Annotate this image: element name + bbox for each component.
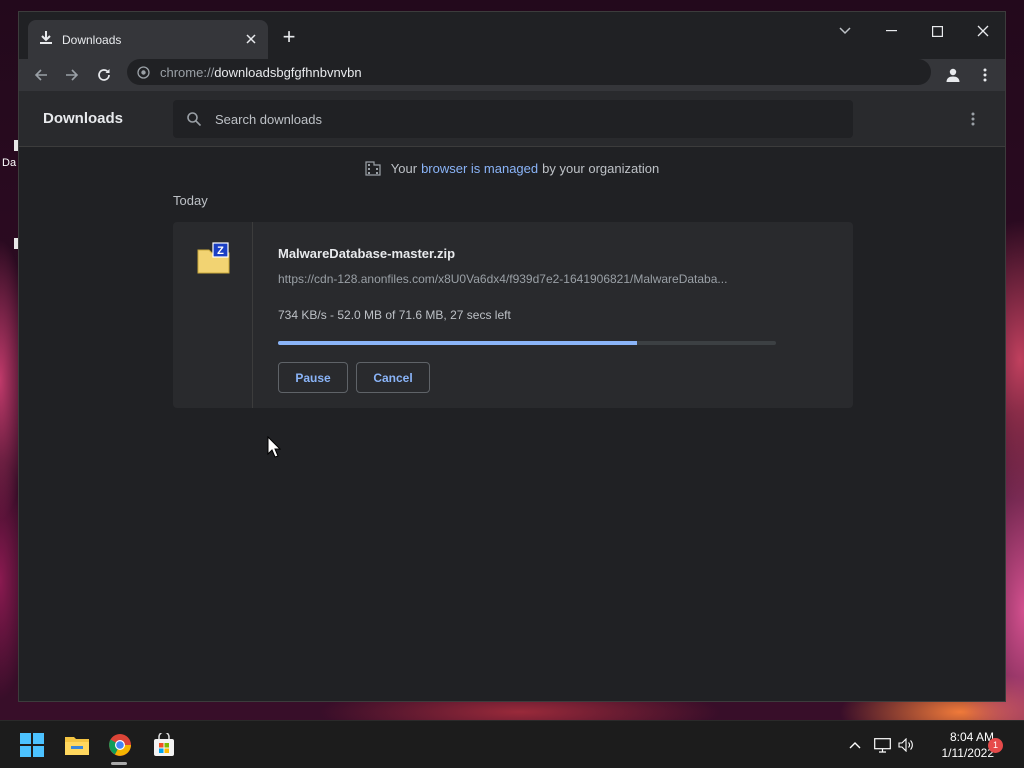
more-vert-icon [971,112,975,126]
search-icon [187,112,201,126]
show-hidden-icons-button[interactable] [845,735,865,755]
minimize-button[interactable] [871,16,911,46]
maximize-icon [931,25,943,37]
download-item: Z MalwareDatabase-master.zip https://cdn… [173,222,853,408]
address-scheme: chrome:// [160,64,215,80]
arrow-right-icon [66,69,79,81]
back-button[interactable] [29,63,53,87]
reload-button[interactable] [92,63,116,87]
new-tab-button[interactable]: + [275,24,303,52]
file-url[interactable]: https://cdn-128.anonfiles.com/x8U0Va6dx4… [278,272,774,286]
network-icon[interactable] [872,735,892,755]
profile-button[interactable] [941,63,965,87]
taskbar: 8:04 AM 1/11/2022 1 [0,720,1024,768]
volume-icon[interactable] [896,735,916,755]
downloads-menu-button[interactable] [965,109,981,129]
download-status: 734 KB/s - 52.0 MB of 71.6 MB, 27 secs l… [278,308,511,322]
forward-button[interactable] [60,63,84,87]
maximize-button[interactable] [917,16,957,46]
cancel-button[interactable]: Cancel [356,362,430,393]
close-icon [977,25,989,37]
pause-button[interactable]: Pause [278,362,348,393]
title-bar: Downloads + [19,12,1005,59]
address-path: downloadsbgfgfhnbvnvbn [214,64,362,80]
close-window-button[interactable] [963,16,1003,46]
managed-suffix: by your organization [542,160,660,176]
profile-icon [946,68,960,82]
download-icon [40,30,52,49]
tab-search-button[interactable] [825,16,865,46]
chevron-down-icon [839,27,851,35]
search-placeholder: Search downloads [215,111,322,127]
managed-notice: Your browser is managed by your organiza… [19,160,1005,176]
address-bar[interactable]: chrome://downloadsbgfgfhnbvnvbn [127,59,931,85]
tab-close-icon[interactable] [246,32,256,48]
tab-downloads[interactable]: Downloads [28,20,268,59]
svg-text:Z: Z [217,245,224,257]
mouse-cursor-icon [267,435,282,463]
card-divider [252,222,253,408]
zip-file-icon: Z [197,242,231,274]
store-icon[interactable] [150,731,178,759]
progress-bar [278,341,776,345]
chrome-icon[interactable] [106,731,134,759]
minimize-icon [885,30,897,32]
reload-icon [98,69,110,81]
browser-window: Downloads + chrome://downloadsbgfgfhnbvn… [18,11,1006,702]
arrow-left-icon [34,69,47,81]
tab-title: Downloads [62,32,122,47]
day-heading: Today [173,193,208,208]
clock-date: 1/11/2022 [941,746,995,760]
browser-toolbar: chrome://downloadsbgfgfhnbvnvbn [19,59,1005,91]
file-explorer-icon[interactable] [63,731,91,759]
chevron-up-icon [849,742,861,749]
managed-link[interactable]: browser is managed [421,161,538,176]
managed-prefix: Your [390,160,418,176]
browser-menu-button[interactable] [973,63,997,87]
windows-start-icon[interactable] [18,731,46,759]
taskbar-clock[interactable]: 8:04 AM 1/11/2022 [918,729,995,761]
downloads-header: Downloads Search downloads [19,91,1005,147]
search-input[interactable]: Search downloads [173,100,853,138]
building-icon [365,161,381,176]
file-name[interactable]: MalwareDatabase-master.zip [278,246,455,261]
active-app-indicator [111,762,127,765]
chrome-page-icon [137,65,150,79]
notification-badge[interactable]: 1 [988,738,1003,753]
page-title: Downloads [43,110,124,127]
desktop-icon-label[interactable]: Da [2,157,16,169]
more-vert-icon [983,68,987,82]
clock-time: 8:04 AM [949,730,994,744]
progress-fill [278,341,637,345]
